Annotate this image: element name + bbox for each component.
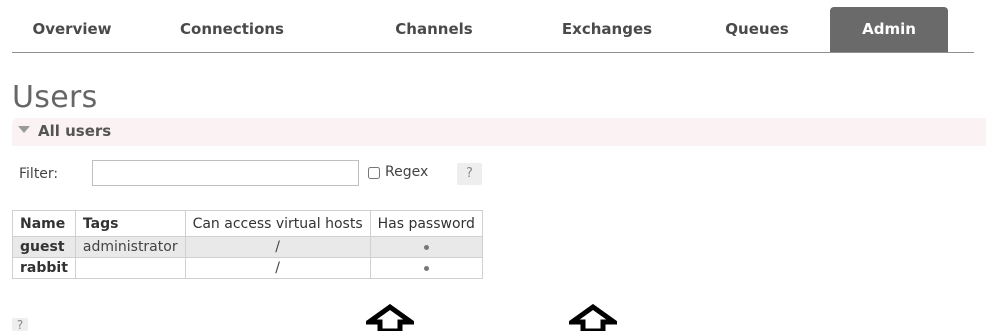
user-vhosts: / (184, 236, 371, 258)
tab-overview[interactable]: Overview (12, 7, 132, 52)
col-header-tags: Tags (74, 210, 186, 237)
page-title: Users (12, 80, 98, 115)
tab-queues[interactable]: Queues (702, 7, 812, 52)
user-name-link[interactable]: guest (12, 236, 76, 258)
user-name-link[interactable]: rabbit (12, 257, 76, 279)
password-dot-icon (423, 265, 429, 271)
user-tags (74, 257, 186, 279)
user-has-password (369, 236, 483, 258)
tab-admin[interactable]: Admin (830, 7, 948, 52)
tab-exchanges[interactable]: Exchanges (542, 7, 672, 52)
table-header-row: Name Tags Can access virtual hosts Has p… (12, 210, 483, 237)
filter-help-button[interactable]: ? (457, 163, 482, 185)
col-header-name: Name (12, 210, 76, 237)
tab-connections[interactable]: Connections (172, 7, 292, 52)
regex-checkbox[interactable] (368, 167, 380, 179)
filter-input[interactable] (92, 160, 359, 186)
filter-label: Filter: (19, 166, 59, 182)
main-nav-tabs: Overview Connections Channels Exchanges … (12, 7, 974, 53)
users-table: Name Tags Can access virtual hosts Has p… (12, 210, 483, 279)
collapse-caret-icon[interactable] (18, 126, 30, 133)
regex-label: Regex (385, 164, 429, 180)
up-arrow-icon (569, 304, 617, 331)
tab-channels[interactable]: Channels (374, 7, 494, 52)
table-row[interactable]: rabbit / (12, 257, 483, 279)
password-dot-icon (423, 244, 429, 250)
up-arrow-icon (366, 304, 414, 331)
user-has-password (369, 257, 483, 279)
user-vhosts: / (184, 257, 371, 279)
user-tags: administrator (74, 236, 186, 258)
table-row[interactable]: guest administrator / (12, 236, 483, 258)
all-users-section-header[interactable]: All users (12, 118, 986, 146)
col-header-has-password: Has password (369, 210, 483, 237)
page-help-button[interactable]: ? (12, 318, 28, 332)
col-header-vhosts: Can access virtual hosts (184, 210, 371, 237)
section-label: All users (38, 122, 112, 140)
